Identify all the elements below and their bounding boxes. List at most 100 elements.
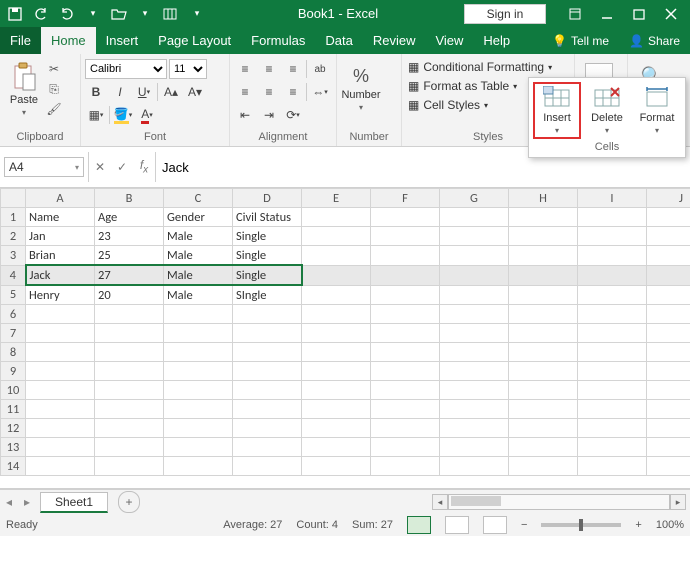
cell[interactable] (578, 438, 647, 457)
align-bottom-button[interactable]: ≡ (282, 59, 304, 79)
cell[interactable]: Male (164, 285, 233, 305)
zoom-thumb[interactable] (579, 519, 583, 531)
font-color-button[interactable]: A▾ (136, 105, 158, 125)
cell[interactable] (302, 438, 371, 457)
cell[interactable] (578, 381, 647, 400)
cell[interactable] (509, 400, 578, 419)
fill-color-button[interactable]: 🪣▾ (112, 105, 134, 125)
cell[interactable] (509, 419, 578, 438)
cell[interactable] (440, 324, 509, 343)
horizontal-scrollbar[interactable] (448, 494, 670, 510)
cell[interactable] (371, 265, 440, 285)
cell[interactable] (26, 400, 95, 419)
qat-customize-icon[interactable]: ▾ (84, 5, 102, 23)
row-header[interactable]: 9 (1, 362, 26, 381)
fx-button[interactable]: fx (133, 158, 155, 175)
row-header[interactable]: 8 (1, 343, 26, 362)
cell[interactable] (164, 305, 233, 324)
cell[interactable] (509, 227, 578, 246)
zoom-in-button[interactable]: + (635, 519, 641, 531)
cell[interactable] (95, 400, 164, 419)
column-header[interactable]: C (164, 189, 233, 208)
align-right-button[interactable]: ≡ (282, 82, 304, 102)
cell[interactable] (95, 324, 164, 343)
cell[interactable] (509, 305, 578, 324)
cell[interactable]: Brian (26, 246, 95, 266)
cell[interactable] (302, 343, 371, 362)
cell[interactable] (647, 227, 690, 246)
tab-file[interactable]: File (0, 27, 41, 54)
cell[interactable] (509, 285, 578, 305)
row-header[interactable]: 2 (1, 227, 26, 246)
name-box[interactable]: A4 ▾ (4, 157, 84, 177)
merge-center-button[interactable]: ⇔▾ (309, 82, 331, 102)
cell[interactable] (233, 305, 302, 324)
cell[interactable] (440, 457, 509, 476)
cell[interactable] (647, 381, 690, 400)
insert-cells-button[interactable]: Insert ▾ (533, 82, 581, 139)
cell[interactable] (302, 285, 371, 305)
cell-styles-button[interactable]: ▦Cell Styles▾ (406, 97, 490, 113)
cell[interactable] (440, 381, 509, 400)
cell[interactable] (95, 343, 164, 362)
cell[interactable] (233, 419, 302, 438)
cell[interactable]: Name (26, 208, 95, 227)
spreadsheet-grid[interactable]: ABCDEFGHIJ1NameAgeGenderCivil Status2Jan… (0, 188, 690, 489)
bold-button[interactable]: B (85, 82, 107, 102)
cell[interactable] (302, 305, 371, 324)
align-center-button[interactable]: ≡ (258, 82, 280, 102)
zoom-level[interactable]: 100% (656, 519, 684, 531)
cell[interactable]: Gender (164, 208, 233, 227)
cell[interactable] (578, 400, 647, 419)
font-name-select[interactable]: Calibri (85, 59, 167, 79)
ribbon-options-icon[interactable] (566, 5, 584, 23)
cell[interactable] (95, 438, 164, 457)
cancel-formula-button[interactable]: ✕ (89, 160, 111, 174)
column-header[interactable]: D (233, 189, 302, 208)
cell[interactable] (164, 457, 233, 476)
cell[interactable] (95, 419, 164, 438)
cell[interactable] (233, 324, 302, 343)
column-header[interactable]: J (647, 189, 690, 208)
cell[interactable] (440, 438, 509, 457)
cell[interactable] (233, 343, 302, 362)
redo-icon[interactable] (58, 5, 76, 23)
undo-icon[interactable] (32, 5, 50, 23)
paste-button[interactable]: Paste ▾ (4, 56, 44, 122)
cell[interactable] (233, 400, 302, 419)
column-header[interactable]: I (578, 189, 647, 208)
cell[interactable] (371, 400, 440, 419)
column-header[interactable]: B (95, 189, 164, 208)
cell[interactable] (371, 285, 440, 305)
add-sheet-button[interactable]: + (118, 491, 140, 513)
cell[interactable] (164, 419, 233, 438)
cell[interactable]: 25 (95, 246, 164, 266)
cell[interactable] (578, 227, 647, 246)
cell[interactable] (164, 324, 233, 343)
number-format-button[interactable]: % Number ▾ (341, 56, 381, 122)
cell[interactable]: Age (95, 208, 164, 227)
tab-help[interactable]: Help (473, 27, 520, 54)
cell[interactable] (26, 324, 95, 343)
cell[interactable] (578, 419, 647, 438)
cell[interactable] (95, 381, 164, 400)
cell[interactable]: Civil Status (233, 208, 302, 227)
italic-button[interactable]: I (109, 82, 131, 102)
cell[interactable] (440, 343, 509, 362)
column-header[interactable]: E (302, 189, 371, 208)
cell[interactable] (440, 305, 509, 324)
cell[interactable]: Male (164, 265, 233, 285)
cell[interactable] (440, 285, 509, 305)
tab-formulas[interactable]: Formulas (241, 27, 315, 54)
cell[interactable] (164, 400, 233, 419)
sheet-nav-next[interactable]: ▸ (18, 495, 36, 509)
sheet-tab-active[interactable]: Sheet1 (40, 492, 108, 513)
open-icon[interactable] (110, 5, 128, 23)
cell[interactable] (371, 343, 440, 362)
increase-font-button[interactable]: A▴ (160, 82, 182, 102)
cell[interactable] (302, 324, 371, 343)
enter-formula-button[interactable]: ✓ (111, 160, 133, 174)
cell[interactable] (164, 438, 233, 457)
wrap-text-button[interactable]: ab (309, 59, 331, 79)
cell[interactable] (440, 265, 509, 285)
